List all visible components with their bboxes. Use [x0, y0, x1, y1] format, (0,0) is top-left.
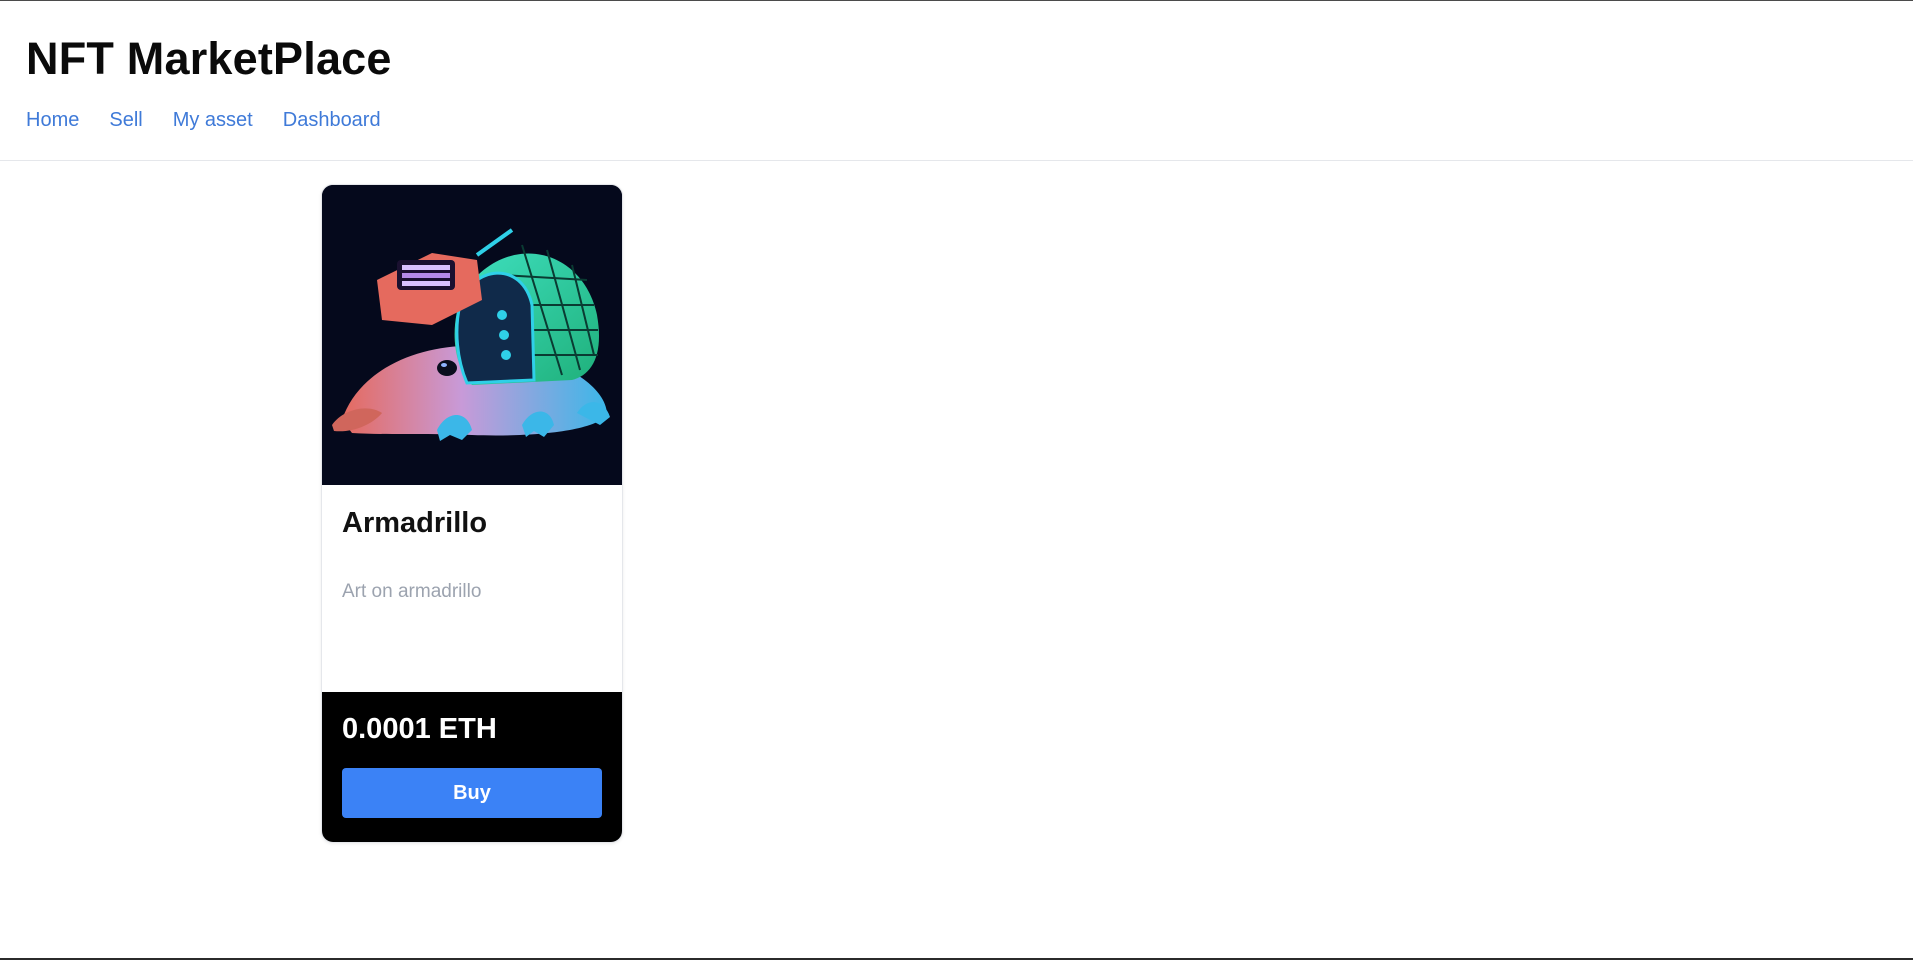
- main-nav: Home Sell My asset Dashboard: [26, 107, 1913, 133]
- nft-description: Art on armadrillo: [342, 581, 482, 602]
- nav-link-home[interactable]: Home: [26, 107, 79, 133]
- site-header: NFT MarketPlace Home Sell My asset Dashb…: [0, 1, 1913, 161]
- card-body: Armadrillo Art on armadrillo: [322, 485, 622, 692]
- buy-button[interactable]: Buy: [342, 768, 602, 818]
- card-footer: 0.0001 ETH Buy: [322, 692, 622, 842]
- nft-name: Armadrillo: [342, 507, 488, 539]
- nft-card: Armadrillo Art on armadrillo 0.0001 ETH …: [321, 184, 623, 843]
- nav-link-my-asset[interactable]: My asset: [173, 107, 253, 133]
- page: NFT MarketPlace Home Sell My asset Dashb…: [0, 0, 1913, 960]
- nav-link-sell[interactable]: Sell: [109, 107, 142, 133]
- nft-price: 0.0001 ETH: [342, 713, 497, 745]
- nft-image: [322, 185, 622, 485]
- nav-link-dashboard[interactable]: Dashboard: [283, 107, 381, 133]
- app-title: NFT MarketPlace: [26, 33, 392, 84]
